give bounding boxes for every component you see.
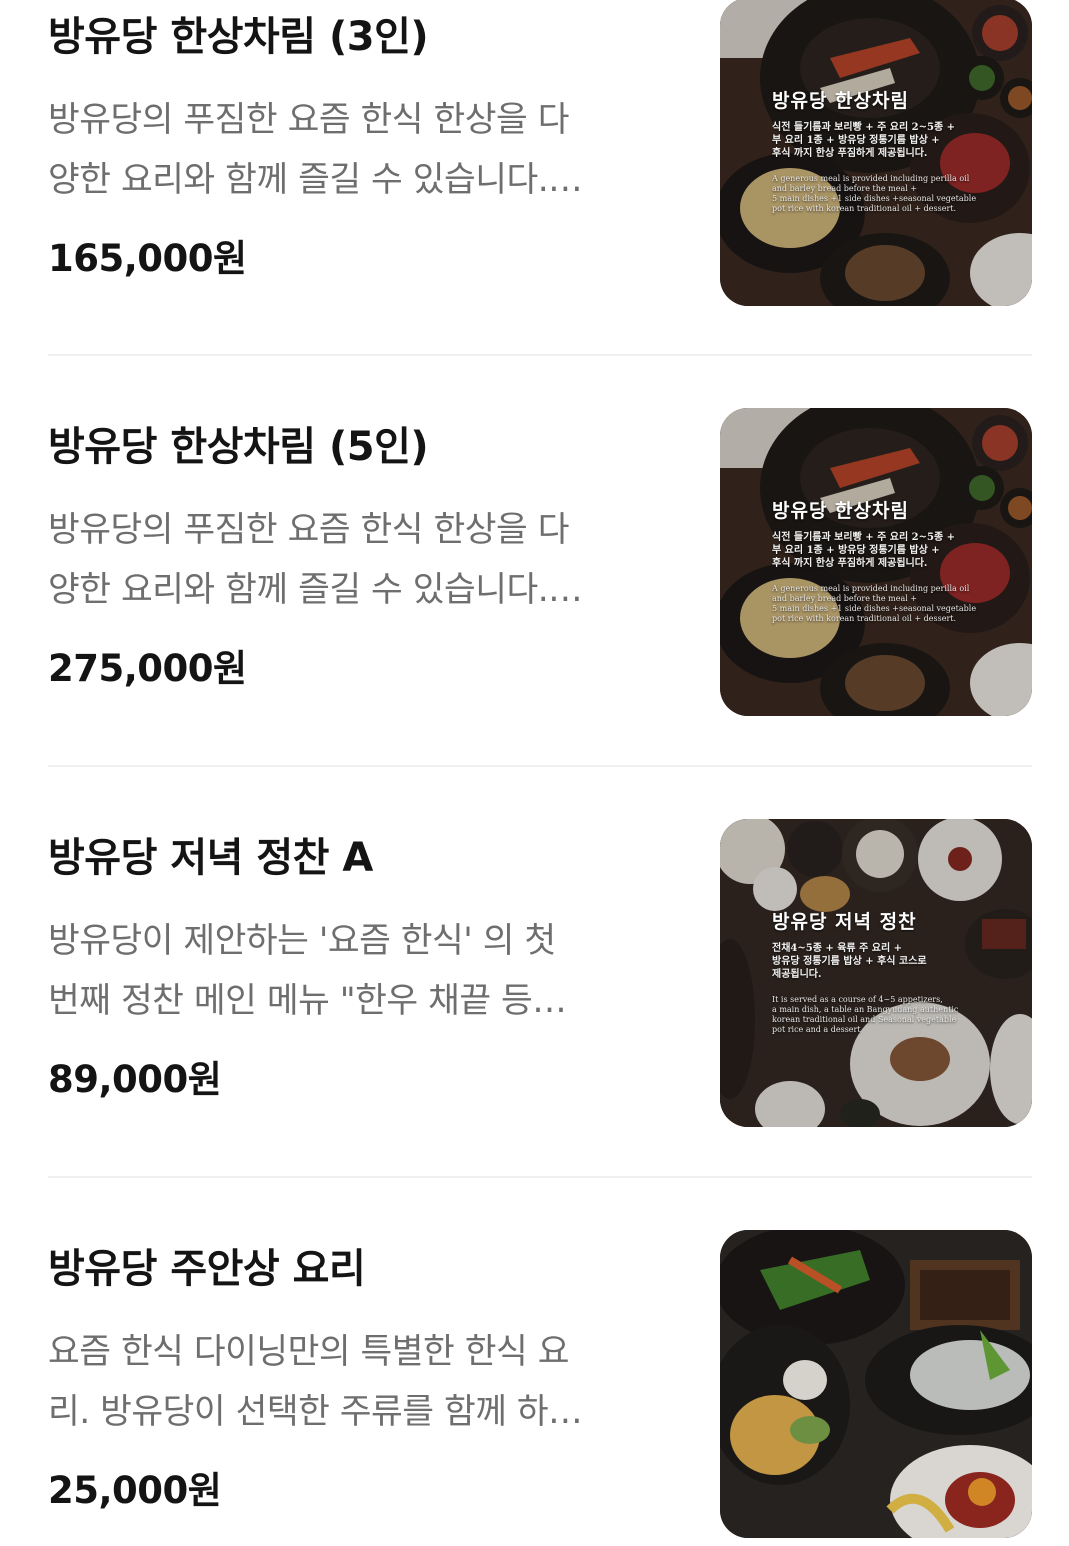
photo-caption-english: A generous meal is provided including pe… (772, 174, 1012, 214)
photo-caption-english-line: A generous meal is provided including pe… (772, 584, 970, 593)
photo-caption-title: 방유당 저녁 정찬 (772, 911, 917, 933)
photo-caption-english-line: pot rice with korean traditional oil + d… (772, 204, 957, 213)
menu-item-price: 165,000원 (48, 237, 247, 280)
menu-item-photo[interactable]: 방유당 저녁 정찬 전채4~5종 + 육류 주 요리 + 방유당 정통기름 밥상… (720, 819, 1032, 1127)
photo-caption: 방유당 한상차림 식전 들기름과 보리빵 + 주 요리 2~5종 + 부 요리 … (772, 86, 1012, 214)
menu-item-name: 방유당 한상차림 (3인) (48, 14, 429, 60)
photo-caption-english-line: pot rice with korean traditional oil + d… (772, 614, 957, 623)
menu-item-name: 방유당 주안상 요리 (48, 1246, 366, 1292)
photo-caption-title: 방유당 한상차림 (772, 500, 909, 522)
photo-caption: 방유당 저녁 정찬 전채4~5종 + 육류 주 요리 + 방유당 정통기름 밥상… (772, 907, 1012, 1035)
photo-caption-english: It is served as a course of 4~5 appetize… (772, 995, 1012, 1035)
description-line: 양한 요리와 함께 즐길 수 있습니다.… (48, 570, 583, 610)
menu-item[interactable]: 방유당 한상차림 (5인) 방유당의 푸짐한 요즘 한식 한상을 다 양한 요리… (48, 408, 1032, 718)
photo-caption: 방유당 한상차림 식전 들기름과 보리빵 + 주 요리 2~5종 + 부 요리 … (772, 496, 1012, 624)
photo-caption-sub: 후식 까지 한상 푸짐하게 제공됩니다. (772, 558, 928, 569)
menu-item-photo[interactable] (720, 1230, 1032, 1538)
menu-item-name: 방유당 저녁 정찬 A (48, 835, 373, 881)
description-line: 요즘 한식 다이닝만의 특별한 한식 요 (48, 1332, 569, 1372)
photo-caption-english-line: 5 main dishes +1 side dishes +seasonal v… (772, 604, 977, 613)
photo-caption-english-line: and barley bread before the meal + (772, 594, 918, 603)
menu-item[interactable]: 방유당 저녁 정찬 A 방유당이 제안하는 '요즘 한식' 의 첫 번째 정찬 … (48, 819, 1032, 1129)
photo-caption-english-line: pot rice and a dessert (772, 1025, 861, 1034)
photo-caption-english-line: a main dish, a table an Bangyudang authe… (772, 1005, 959, 1014)
photo-caption-english-line: It is served as a course of 4~5 appetize… (772, 995, 943, 1004)
menu-item-description: 방유당이 제안하는 '요즘 한식' 의 첫 번째 정찬 메인 메뉴 "한우 채끝… (48, 911, 678, 1031)
photo-caption-english-line: and barley bread before the meal + (772, 184, 918, 193)
menu-divider (48, 765, 1032, 767)
photo-caption-english-line: korean traditional oil and Seasonal vege… (772, 1015, 957, 1024)
menu-divider (48, 1176, 1032, 1178)
menu-item-description: 방유당의 푸짐한 요즘 한식 한상을 다 양한 요리와 함께 즐길 수 있습니다… (48, 90, 678, 210)
menu-item[interactable]: 방유당 한상차림 (3인) 방유당의 푸짐한 요즘 한식 한상을 다 양한 요리… (48, 0, 1032, 308)
food-photo-anju (720, 1230, 1032, 1538)
menu-item-price: 25,000원 (48, 1469, 222, 1512)
photo-caption-title: 방유당 한상차림 (772, 90, 909, 112)
menu-item-price: 275,000원 (48, 647, 247, 690)
menu-item-description: 요즘 한식 다이닝만의 특별한 한식 요 리. 방유당이 선택한 주류를 함께 … (48, 1322, 678, 1442)
photo-caption-english: A generous meal is provided including pe… (772, 584, 1012, 624)
menu-item-name: 방유당 한상차림 (5인) (48, 424, 429, 470)
photo-caption-english-line: 5 main dishes +1 side dishes +seasonal v… (772, 194, 977, 203)
menu-item-photo[interactable]: 방유당 한상차림 식전 들기름과 보리빵 + 주 요리 2~5종 + 부 요리 … (720, 0, 1032, 306)
photo-caption-sub: 부 요리 1종 + 방유당 정통기름 밥상 + (772, 135, 940, 146)
photo-caption-sub: 제공됩니다. (772, 969, 822, 980)
photo-caption-sub: 방유당 정통기름 밥상 + 후식 코스로 (772, 956, 927, 967)
menu-item-price: 89,000원 (48, 1058, 222, 1101)
photo-caption-sub: 부 요리 1종 + 방유당 정통기름 밥상 + (772, 545, 940, 556)
description-line: 방유당의 푸짐한 요즘 한식 한상을 다 (48, 100, 569, 140)
photo-caption-sub: 후식 까지 한상 푸짐하게 제공됩니다. (772, 148, 928, 159)
description-line: 번째 정찬 메인 메뉴 "한우 채끝 등… (48, 981, 567, 1021)
photo-caption-sub: 식전 들기름과 보리빵 + 주 요리 2~5종 + (772, 532, 956, 543)
description-line: 리. 방유당이 선택한 주류를 함께 하… (48, 1392, 583, 1432)
menu-item-photo[interactable]: 방유당 한상차림 식전 들기름과 보리빵 + 주 요리 2~5종 + 부 요리 … (720, 408, 1032, 716)
photo-caption-sub: 전채4~5종 + 육류 주 요리 + (772, 943, 903, 954)
photo-caption-sub: 식전 들기름과 보리빵 + 주 요리 2~5종 + (772, 122, 956, 133)
description-line: 방유당이 제안하는 '요즘 한식' 의 첫 (48, 921, 556, 961)
description-line: 양한 요리와 함께 즐길 수 있습니다.… (48, 160, 583, 200)
menu-item[interactable]: 방유당 주안상 요리 요즘 한식 다이닝만의 특별한 한식 요 리. 방유당이 … (48, 1230, 1032, 1540)
photo-caption-english-line: A generous meal is provided including pe… (772, 174, 970, 183)
menu-divider (48, 354, 1032, 356)
description-line: 방유당의 푸짐한 요즘 한식 한상을 다 (48, 510, 569, 550)
menu-item-description: 방유당의 푸짐한 요즘 한식 한상을 다 양한 요리와 함께 즐길 수 있습니다… (48, 500, 678, 620)
